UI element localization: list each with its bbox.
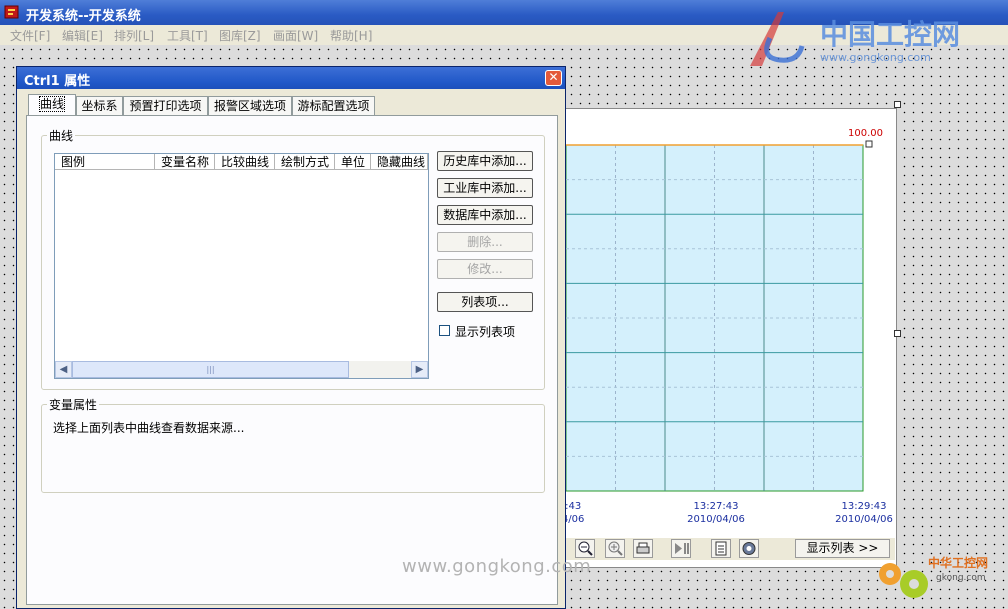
modify-button[interactable]: 修改...: [437, 259, 533, 279]
x-tick-2: 13:27:43 2010/04/06: [676, 500, 756, 526]
scroll-left-button[interactable]: ◀: [55, 361, 72, 378]
horizontal-scrollbar[interactable]: ◀ ||| ▶: [55, 361, 428, 378]
gongkong-logo: 中国工控网 www.gongkong.com: [750, 12, 960, 66]
tab-alarm-area-label: 报警区域选项: [213, 99, 286, 113]
tab-axes[interactable]: 坐标系: [76, 96, 123, 115]
menu-library[interactable]: 图库[Z]: [219, 27, 261, 44]
curve-group-label: 曲线: [47, 127, 76, 144]
printer-icon: [636, 542, 650, 554]
properties-dialog: Ctrl1 属性 ✕ 曲线 坐标系 预置打印选项 报警区域选项 游标配置选项 曲…: [16, 66, 566, 609]
dialog-titlebar: Ctrl1 属性 ✕: [17, 67, 565, 89]
scroll-right-button[interactable]: ▶: [411, 361, 428, 378]
notepad-button[interactable]: [711, 539, 731, 558]
app-title: 开发系统--开发系统: [26, 9, 141, 24]
trend-toolbar: 显示列表 >>: [545, 538, 895, 560]
trend-chart-control[interactable]: 100.00 5:43 04/06 13:27:43 2010/04/06 13…: [545, 108, 897, 568]
x-tick-2-time: 13:27:43: [693, 501, 739, 512]
add-from-industrial-button[interactable]: 工业库中添加...: [437, 178, 533, 198]
variable-source-hint: 选择上面列表中曲线查看数据来源...: [53, 421, 245, 435]
x-tick-3-date: 2010/04/06: [835, 514, 893, 525]
tab-axes-label: 坐标系: [81, 99, 118, 113]
list-items-button[interactable]: 列表项...: [437, 292, 533, 312]
menu-file[interactable]: 文件[F]: [10, 27, 50, 44]
tab-alarm-area[interactable]: 报警区域选项: [208, 96, 292, 115]
show-list-checkbox-label: 显示列表项: [455, 325, 516, 339]
x-tick-3: 13:29:43 2010/04/06: [824, 500, 904, 526]
scale-handle: [865, 140, 873, 148]
resize-handle-right[interactable]: [894, 330, 901, 337]
tab-print-options[interactable]: 预置打印选项: [123, 96, 208, 115]
tab-curve[interactable]: 曲线: [28, 94, 76, 116]
y-max-label: 100.00: [848, 128, 883, 139]
print-button[interactable]: [633, 539, 653, 558]
close-button[interactable]: ✕: [545, 70, 562, 86]
tab-print-options-label: 预置打印选项: [129, 99, 202, 113]
variable-property-label: 变量属性: [47, 396, 100, 413]
menu-edit[interactable]: 编辑[E]: [62, 27, 103, 44]
notepad-icon: [715, 541, 727, 556]
dialog-title: Ctrl1 属性: [24, 74, 91, 89]
add-from-database-button[interactable]: 数据库中添加...: [437, 205, 533, 225]
play-pause-icon: [675, 543, 689, 554]
resize-handle-top-right[interactable]: [894, 101, 901, 108]
play-pause-button[interactable]: [671, 539, 691, 558]
x-tick-3-time: 13:29:43: [841, 501, 887, 512]
column-compare-curve[interactable]: 比较曲线: [215, 154, 275, 170]
curve-list[interactable]: 图例 变量名称 比较曲线 绘制方式 单位 隐藏曲线 ◀ ||| ▶: [54, 153, 429, 379]
settings-button[interactable]: [739, 539, 759, 558]
column-hide-curve[interactable]: 隐藏曲线: [371, 154, 428, 170]
x-tick-2-date: 2010/04/06: [687, 514, 745, 525]
zoom-in-icon: [608, 541, 623, 556]
corner-cn-text: 中华工控网: [928, 555, 988, 570]
column-draw-mode[interactable]: 绘制方式: [275, 154, 335, 170]
menu-help[interactable]: 帮助[H]: [330, 27, 372, 44]
gkong-watermark: 中华工控网 gkong.com: [879, 555, 988, 598]
gear-icon: [742, 542, 756, 555]
column-unit[interactable]: 单位: [335, 154, 371, 170]
menu-screen[interactable]: 画面[W]: [273, 27, 318, 44]
show-list-checkbox[interactable]: [439, 325, 450, 336]
close-icon: ✕: [548, 70, 559, 84]
trend-plot: [565, 140, 873, 492]
column-legend[interactable]: 图例: [55, 154, 155, 170]
delete-button[interactable]: 删除...: [437, 232, 533, 252]
logo-url-text: www.gongkong.com: [820, 51, 931, 64]
add-from-history-button[interactable]: 历史库中添加...: [437, 151, 533, 171]
tab-cursor-config-label: 游标配置选项: [297, 99, 370, 113]
menu-arrange[interactable]: 排列[L]: [114, 27, 154, 44]
variable-property-group: [41, 404, 545, 493]
chevron-left-icon: ◀: [59, 364, 68, 375]
chevron-right-icon: ▶: [415, 364, 424, 375]
logo-cn-text: 中国工控网: [820, 18, 960, 51]
tab-curve-label: 曲线: [38, 96, 66, 112]
scroll-thumb[interactable]: |||: [72, 361, 349, 378]
corner-url-text: gkong.com: [936, 573, 986, 583]
tab-cursor-config[interactable]: 游标配置选项: [292, 96, 375, 115]
zoom-in-button[interactable]: [605, 539, 625, 558]
center-watermark: www.gongkong.com: [402, 556, 592, 577]
zoom-out-icon: [578, 541, 593, 556]
app-icon: [4, 5, 19, 19]
column-var-name[interactable]: 变量名称: [155, 154, 215, 170]
menu-tools[interactable]: 工具[T]: [167, 27, 208, 44]
